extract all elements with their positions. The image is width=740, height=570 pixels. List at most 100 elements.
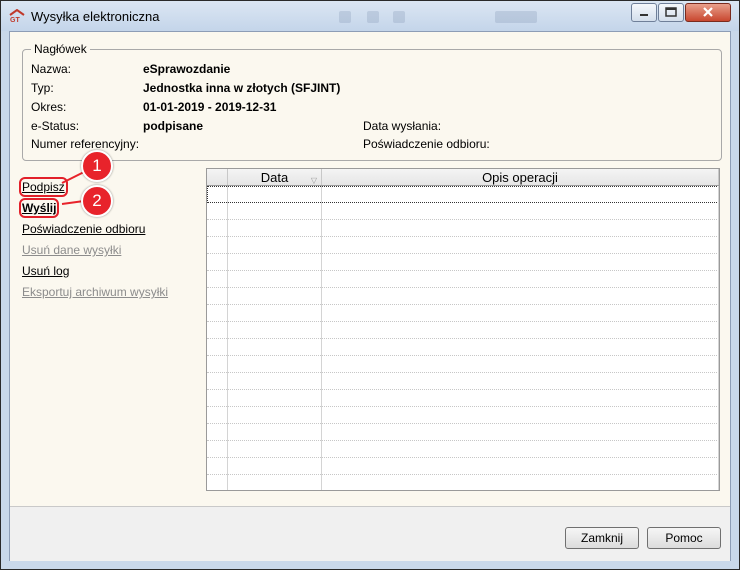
maximize-icon (665, 7, 677, 17)
log-grid[interactable]: Data ▽ Opis operacji (206, 168, 720, 491)
close-button[interactable]: Zamknij (565, 527, 639, 549)
table-row[interactable] (207, 441, 719, 458)
action-eksportuj-archiwum[interactable]: Eksportuj archiwum wysyłki (22, 285, 168, 299)
table-cell (207, 203, 228, 220)
button-bar: Zamknij Pomoc (10, 506, 730, 561)
table-cell (228, 424, 322, 441)
minimize-button[interactable] (631, 3, 657, 22)
table-row[interactable] (207, 407, 719, 424)
table-row[interactable] (207, 424, 719, 441)
estatus-value: podpisane (143, 119, 204, 133)
table-cell (228, 356, 322, 373)
okres-value: 01-01-2019 - 2019-12-31 (143, 100, 277, 114)
table-cell (322, 237, 719, 254)
table-cell (207, 373, 228, 390)
grid-header-indicator (207, 169, 228, 185)
close-icon (703, 7, 713, 17)
table-cell (207, 322, 228, 339)
dialog-window: GT Wysyłka elektroniczna Nagłówek Nazwa:… (0, 0, 740, 570)
callout-arrows (61, 170, 87, 205)
table-cell (228, 322, 322, 339)
column-header-opis[interactable]: Opis operacji (322, 169, 719, 185)
column-header-data-label: Data (260, 170, 289, 185)
table-cell (228, 475, 322, 490)
table-row[interactable] (207, 237, 719, 254)
table-cell (207, 220, 228, 237)
table-cell (228, 407, 322, 424)
table-cell (322, 186, 719, 203)
table-cell (322, 356, 719, 373)
close-window-button[interactable] (685, 3, 731, 22)
table-cell (228, 203, 322, 220)
table-cell (322, 407, 719, 424)
table-row[interactable] (207, 254, 719, 271)
table-cell (228, 288, 322, 305)
table-cell (228, 271, 322, 288)
table-row[interactable] (207, 288, 719, 305)
grid-rows (207, 186, 719, 490)
table-row[interactable] (207, 475, 719, 490)
column-header-data[interactable]: Data ▽ (228, 169, 322, 185)
table-cell (207, 254, 228, 271)
table-cell (207, 271, 228, 288)
data-wyslania-label: Data wysłania: (363, 119, 442, 133)
background-ghost (339, 11, 351, 23)
background-ghost (393, 11, 405, 23)
table-cell (322, 441, 719, 458)
table-cell (228, 220, 322, 237)
callout-badge-1: 1 (81, 150, 113, 182)
table-cell (322, 424, 719, 441)
poswiadczenie-label: Poświadczenie odbioru: (363, 137, 490, 151)
table-cell (207, 356, 228, 373)
table-cell (228, 254, 322, 271)
table-row[interactable] (207, 373, 719, 390)
table-cell (322, 373, 719, 390)
table-cell (228, 339, 322, 356)
app-icon: GT (9, 9, 25, 23)
typ-value: Jednostka inna w złotych (SFJINT) (143, 81, 341, 95)
table-row[interactable] (207, 356, 719, 373)
table-cell (207, 305, 228, 322)
svg-text:GT: GT (10, 17, 20, 23)
table-cell (322, 305, 719, 322)
table-cell (322, 271, 719, 288)
table-cell (228, 373, 322, 390)
table-cell (322, 288, 719, 305)
table-cell (207, 339, 228, 356)
table-cell (207, 407, 228, 424)
table-cell (322, 339, 719, 356)
background-ghost (367, 11, 379, 23)
table-cell (207, 288, 228, 305)
table-row[interactable] (207, 271, 719, 288)
table-cell (322, 203, 719, 220)
window-title: Wysyłka elektroniczna (31, 9, 160, 24)
callout-badge-2: 2 (81, 185, 113, 217)
action-usun-dane-wysylki[interactable]: Usuń dane wysyłki (22, 243, 121, 257)
table-row[interactable] (207, 305, 719, 322)
help-button[interactable]: Pomoc (647, 527, 721, 549)
table-cell (228, 441, 322, 458)
table-row[interactable] (207, 322, 719, 339)
nazwa-value: eSprawozdanie (143, 62, 231, 76)
table-row[interactable] (207, 390, 719, 407)
table-cell (228, 305, 322, 322)
table-cell (207, 237, 228, 254)
table-row[interactable] (207, 339, 719, 356)
table-cell (228, 237, 322, 254)
action-usun-log[interactable]: Usuń log (22, 264, 69, 278)
table-row[interactable] (207, 220, 719, 237)
table-row[interactable] (207, 203, 719, 220)
table-cell (322, 220, 719, 237)
minimize-icon (640, 14, 648, 16)
title-bar[interactable]: GT Wysyłka elektroniczna (1, 1, 739, 31)
table-row[interactable] (207, 458, 719, 475)
dialog-content: Nagłówek Nazwa: eSprawozdanie Typ: Jedno… (9, 31, 731, 561)
maximize-button[interactable] (658, 3, 684, 22)
table-cell (322, 458, 719, 475)
table-cell (207, 441, 228, 458)
action-poswiadczenie-odbioru[interactable]: Poświadczenie odbioru (22, 222, 145, 236)
table-cell (207, 458, 228, 475)
table-row[interactable] (207, 186, 719, 203)
table-cell (322, 322, 719, 339)
table-cell (228, 390, 322, 407)
